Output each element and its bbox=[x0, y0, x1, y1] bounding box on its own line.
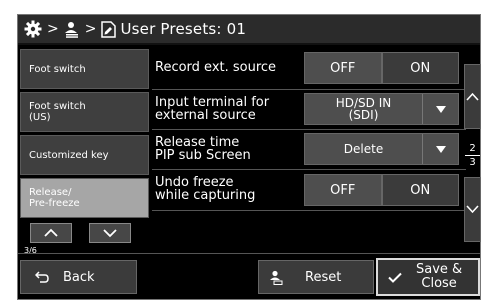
input-terminal-dropdown[interactable]: HD/SD IN (SDI) bbox=[304, 93, 459, 125]
back-button[interactable]: Back bbox=[20, 260, 137, 294]
reset-button[interactable]: Reset bbox=[258, 260, 374, 294]
preset-file-icon bbox=[101, 20, 117, 38]
record-ext-source-toggle: OFF ON bbox=[304, 52, 459, 84]
sidebar-item-label: Customized key bbox=[29, 149, 109, 161]
checkmark-icon bbox=[388, 272, 402, 283]
footer: Back Reset Save & Close bbox=[18, 253, 480, 299]
release-time-pip-value: Delete bbox=[343, 142, 384, 156]
release-time-pip-dropdown[interactable]: Delete bbox=[304, 133, 459, 165]
record-ext-source-off-button[interactable]: OFF bbox=[304, 52, 382, 84]
row-divider bbox=[152, 169, 466, 170]
fraction-bar bbox=[465, 155, 480, 156]
current-page: 2 bbox=[469, 143, 476, 154]
scroll-up-button[interactable] bbox=[464, 64, 481, 129]
sidebar-item-label: Foot switch bbox=[29, 63, 86, 75]
sidebar-item-foot-switch[interactable]: Foot switch bbox=[20, 49, 149, 89]
breadcrumb-separator: > bbox=[47, 21, 59, 37]
user-settings-icon[interactable] bbox=[64, 21, 80, 38]
chevron-up-icon bbox=[466, 92, 479, 101]
undo-freeze-on-button[interactable]: ON bbox=[381, 174, 459, 206]
back-label: Back bbox=[63, 269, 95, 285]
input-terminal-label: Input terminal for external source bbox=[155, 95, 270, 123]
save-and-close-label: Save & Close bbox=[416, 262, 463, 291]
row-divider bbox=[152, 129, 466, 130]
sidebar-item-label: Release/ Pre-freeze bbox=[29, 187, 80, 209]
row-divider bbox=[152, 210, 466, 211]
page-indicator: 2 3 bbox=[465, 143, 480, 168]
user-reset-icon bbox=[270, 270, 283, 285]
save-and-close-button[interactable]: Save & Close bbox=[376, 258, 480, 296]
chevron-down-icon bbox=[103, 229, 117, 238]
chevron-down-icon bbox=[466, 205, 479, 214]
back-arrow-icon bbox=[35, 271, 49, 283]
header-breadcrumb: > > User Presets: 01 bbox=[18, 15, 480, 45]
dropdown-arrow-icon bbox=[422, 134, 458, 164]
breadcrumb-separator: > bbox=[84, 21, 97, 37]
gear-icon[interactable] bbox=[24, 20, 42, 38]
record-ext-source-on-button[interactable]: ON bbox=[381, 52, 459, 84]
sidebar-page-up-button[interactable] bbox=[30, 223, 72, 243]
undo-freeze-toggle: OFF ON bbox=[304, 174, 459, 206]
scroll-down-button[interactable] bbox=[464, 177, 481, 242]
release-time-pip-label: Release time PIP sub Screen bbox=[155, 135, 251, 163]
sidebar-item-customized-key[interactable]: Customized key bbox=[20, 135, 149, 175]
undo-freeze-off-button[interactable]: OFF bbox=[304, 174, 382, 206]
sidebar-item-release-pre-freeze[interactable]: Release/ Pre-freeze bbox=[20, 178, 149, 218]
input-terminal-value: HD/SD IN (SDI) bbox=[335, 96, 392, 122]
record-ext-source-label: Record ext. source bbox=[155, 60, 277, 75]
undo-freeze-label: Undo freeze while capturing bbox=[155, 175, 256, 203]
page-title: User Presets: 01 bbox=[120, 20, 247, 38]
sidebar-item-label: Foot switch (US) bbox=[29, 101, 86, 123]
total-pages: 3 bbox=[469, 157, 476, 168]
dropdown-arrow-icon bbox=[422, 94, 458, 124]
screen: > > User Presets: 01 Foot switch Foot sw… bbox=[17, 14, 481, 300]
reset-label: Reset bbox=[305, 269, 342, 285]
sidebar-item-foot-switch-us[interactable]: Foot switch (US) bbox=[20, 92, 149, 132]
chevron-up-icon bbox=[44, 228, 58, 237]
sidebar-page-down-button[interactable] bbox=[89, 223, 131, 243]
row-divider bbox=[152, 89, 466, 90]
